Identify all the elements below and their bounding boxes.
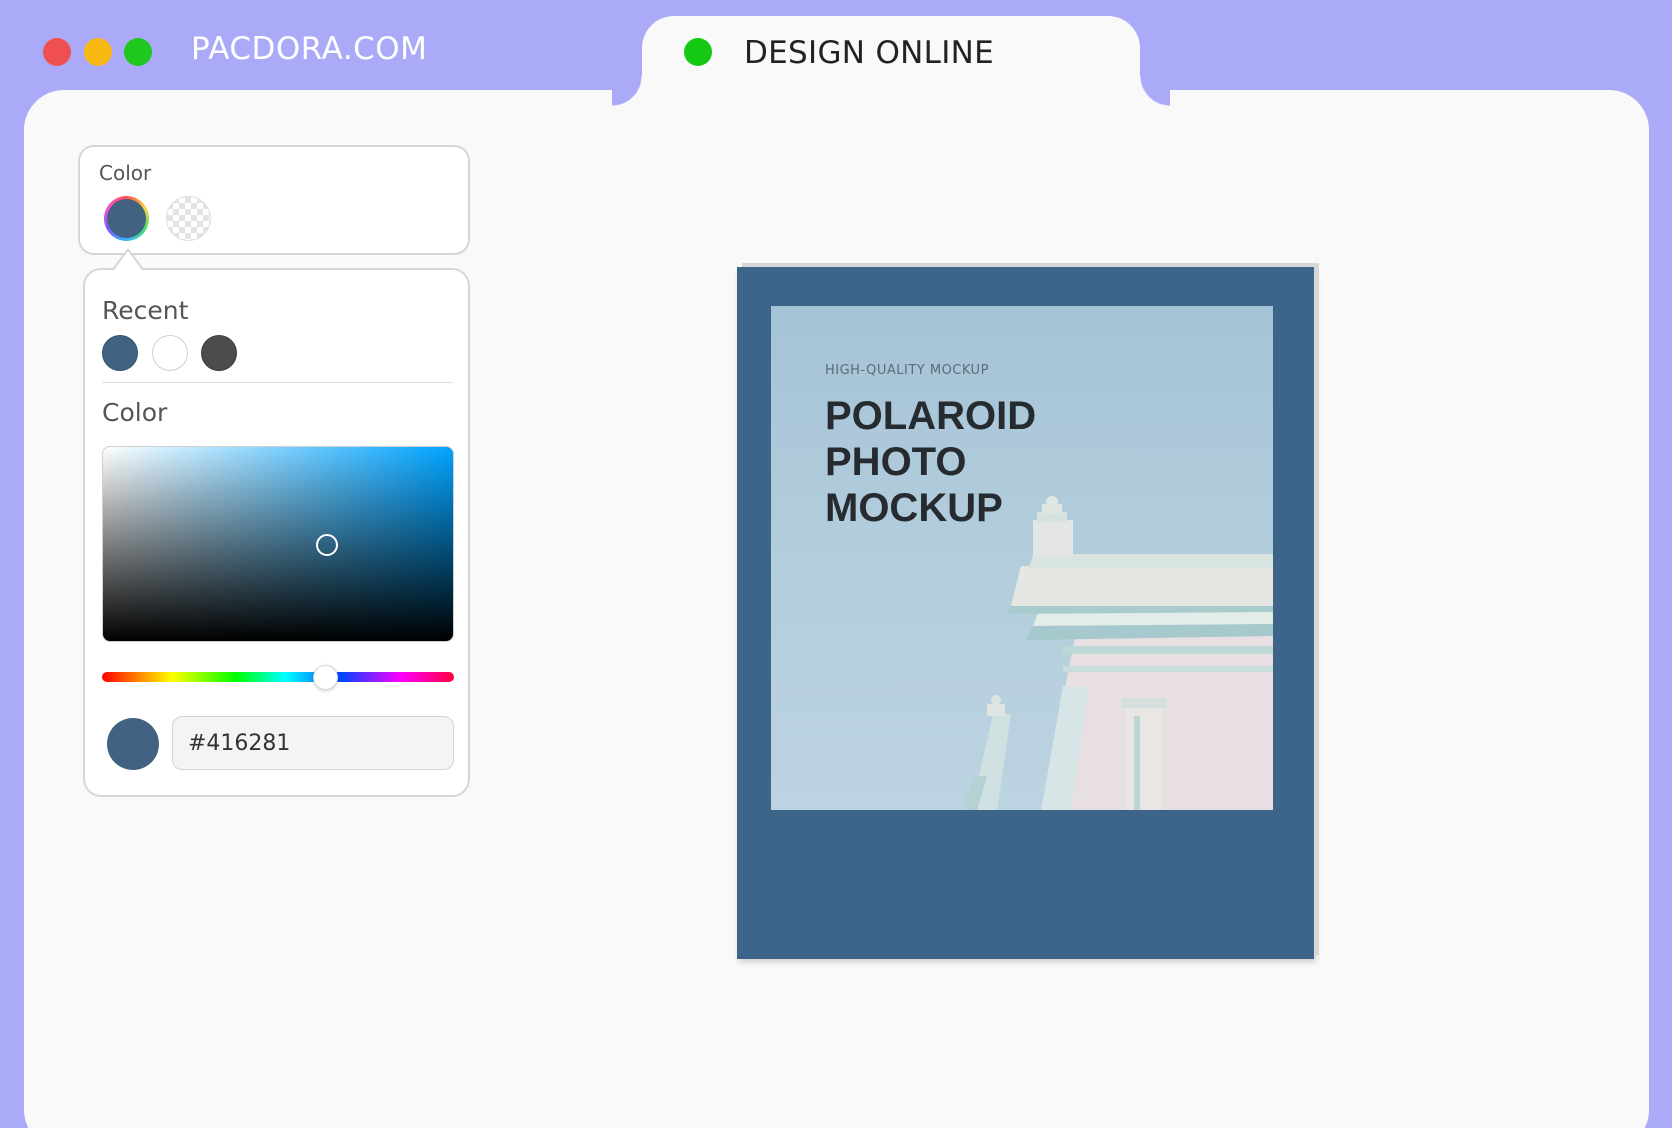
divider (102, 382, 453, 383)
tab-label: DESIGN ONLINE (744, 35, 995, 71)
selected-color-fill (107, 199, 146, 238)
recent-color-blue[interactable] (102, 335, 138, 371)
mockup-title: POLAROID PHOTO MOCKUP (825, 393, 1036, 531)
building-illustration (961, 496, 1273, 810)
polaroid-mockup[interactable]: HIGH-QUALITY MOCKUP POLAROID PHOTO MOCKU… (737, 267, 1314, 959)
minimize-window-button[interactable] (84, 38, 112, 66)
color-control: Color (78, 145, 470, 255)
mockup-title-line: MOCKUP (825, 486, 1003, 530)
hue-slider[interactable] (102, 665, 454, 690)
color-picker-popover: Recent Color (83, 268, 470, 797)
close-window-button[interactable] (43, 38, 71, 66)
mockup-subtitle: HIGH-QUALITY MOCKUP (825, 363, 989, 378)
recent-label: Recent (102, 296, 189, 325)
color-picker-label: Color (102, 398, 168, 427)
status-dot-icon (684, 38, 712, 66)
color-control-label: Color (99, 161, 152, 185)
sv-cursor-handle[interactable] (316, 534, 338, 556)
popover-arrow-fill (114, 251, 142, 270)
recent-color-dark-gray[interactable] (201, 335, 237, 371)
hue-slider-handle[interactable] (313, 665, 338, 690)
hex-input[interactable] (172, 716, 454, 770)
color-wheel-swatch[interactable] (104, 196, 149, 241)
mockup-photo: HIGH-QUALITY MOCKUP POLAROID PHOTO MOCKU… (771, 306, 1273, 810)
recent-color-white[interactable] (152, 335, 188, 371)
saturation-value-area[interactable] (102, 446, 454, 642)
tab-design-online[interactable]: DESIGN ONLINE (612, 16, 1170, 112)
current-color-swatch (107, 718, 159, 770)
mockup-title-line: POLAROID (825, 394, 1037, 438)
mockup-title-line: PHOTO (825, 440, 967, 484)
maximize-window-button[interactable] (124, 38, 152, 66)
transparent-swatch[interactable] (166, 196, 211, 241)
site-title: PACDORA.COM (191, 31, 428, 67)
